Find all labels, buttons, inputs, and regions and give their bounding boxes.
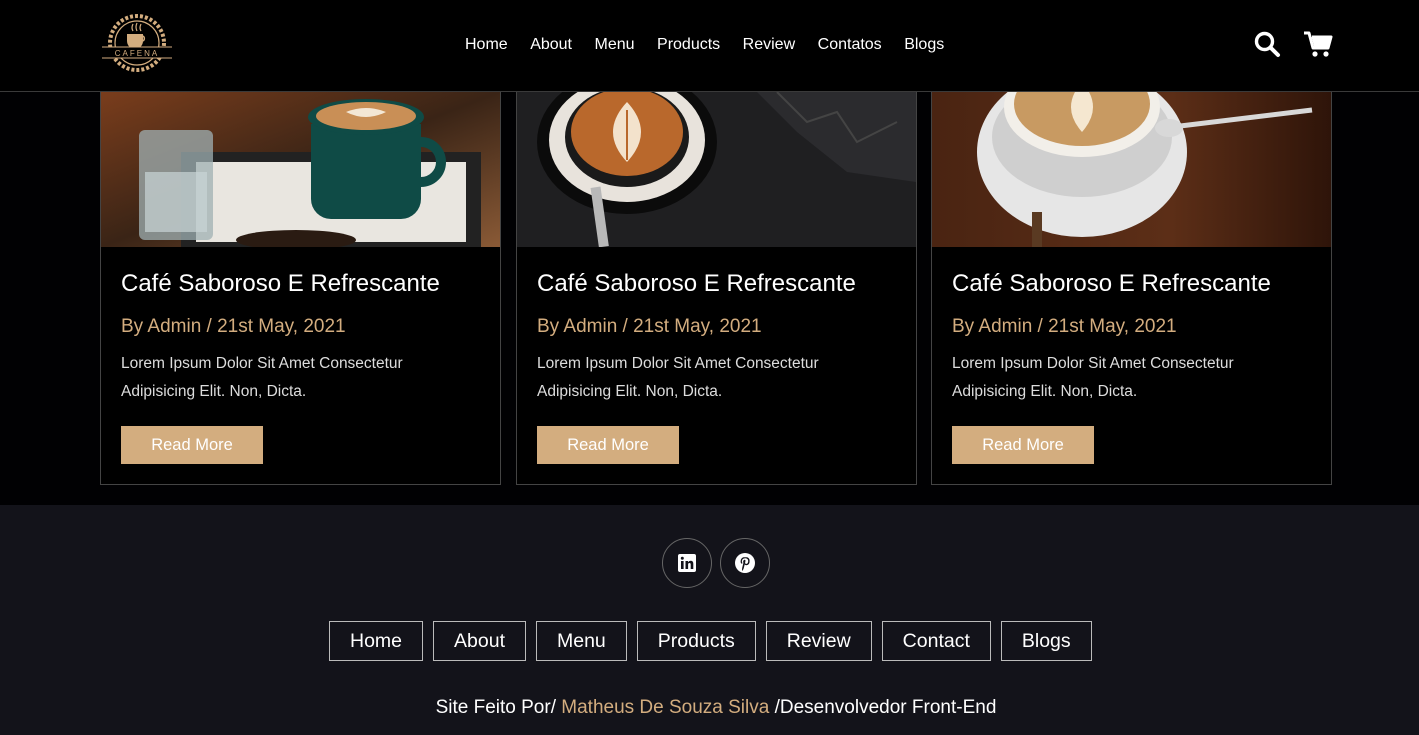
blog-image-coffee-glass: [101, 92, 500, 247]
linkedin-icon: [678, 554, 696, 572]
blog-meta: By Admin / 21st May, 2021: [121, 316, 346, 337]
search-icon[interactable]: [1253, 30, 1281, 58]
footer-link-products[interactable]: Products: [636, 621, 756, 661]
linkedin-link[interactable]: [662, 538, 712, 588]
nav-review[interactable]: Review: [743, 36, 795, 54]
footer-link-review[interactable]: Review: [765, 621, 872, 661]
blog-card: Café Saboroso E Refrescante By Admin / 2…: [931, 92, 1332, 485]
blog-image-latte-art: [517, 92, 916, 247]
footer-credit: Site Feito Por/ Matheus De Souza Silva /…: [0, 697, 1419, 719]
pinterest-icon: [735, 553, 755, 573]
blog-card: Café Saboroso E Refrescante By Admin / 2…: [100, 92, 501, 485]
credit-suffix: /Desenvolvedor Front-End: [769, 697, 997, 718]
nav-products[interactable]: Products: [657, 36, 720, 54]
blog-description: Lorem Ipsum Dolor Sit Amet Consectetur A…: [121, 355, 403, 400]
footer-link-about[interactable]: About: [433, 621, 526, 661]
cart-icon[interactable]: [1303, 30, 1333, 58]
cafena-logo[interactable]: CAFENA: [100, 12, 174, 74]
blog-title: Café Saboroso E Refrescante: [537, 270, 856, 297]
nav-blogs[interactable]: Blogs: [904, 36, 944, 54]
blog-meta: By Admin / 21st May, 2021: [537, 316, 762, 337]
credit-author-link[interactable]: Matheus De Souza Silva: [561, 697, 769, 718]
footer-link-blogs[interactable]: Blogs: [1000, 621, 1092, 661]
nav-about[interactable]: About: [530, 36, 572, 54]
read-more-button[interactable]: Read More: [952, 426, 1094, 464]
footer-nav: Home About Menu Products Review Contact …: [329, 621, 1092, 661]
blog-title: Café Saboroso E Refrescante: [121, 270, 440, 297]
read-more-button[interactable]: Read More: [121, 426, 263, 464]
site-header: CAFENA Home About Menu Products Review C…: [0, 0, 1419, 92]
credit-prefix: Site Feito Por/: [435, 697, 562, 718]
blog-image-cappuccino: [932, 92, 1331, 247]
footer-link-contact[interactable]: Contact: [881, 621, 991, 661]
blog-card: Café Saboroso E Refrescante By Admin / 2…: [516, 92, 917, 485]
svg-text:CAFENA: CAFENA: [115, 49, 159, 58]
blog-meta: By Admin / 21st May, 2021: [952, 316, 1177, 337]
blog-title: Café Saboroso E Refrescante: [952, 270, 1271, 297]
social-links: [662, 538, 770, 588]
main-nav: Home About Menu Products Review Contatos…: [465, 0, 967, 90]
nav-menu[interactable]: Menu: [595, 36, 635, 54]
nav-home[interactable]: Home: [465, 36, 508, 54]
footer-link-menu[interactable]: Menu: [536, 621, 627, 661]
footer-link-home[interactable]: Home: [329, 621, 424, 661]
blog-description: Lorem Ipsum Dolor Sit Amet Consectetur A…: [537, 355, 819, 400]
blog-description: Lorem Ipsum Dolor Sit Amet Consectetur A…: [952, 355, 1234, 400]
site-footer: Home About Menu Products Review Contact …: [0, 505, 1419, 735]
nav-contatos[interactable]: Contatos: [818, 36, 882, 54]
read-more-button[interactable]: Read More: [537, 426, 679, 464]
blogs-section: Café Saboroso E Refrescante By Admin / 2…: [0, 92, 1419, 505]
pinterest-link[interactable]: [720, 538, 770, 588]
header-icons: [1253, 30, 1333, 58]
